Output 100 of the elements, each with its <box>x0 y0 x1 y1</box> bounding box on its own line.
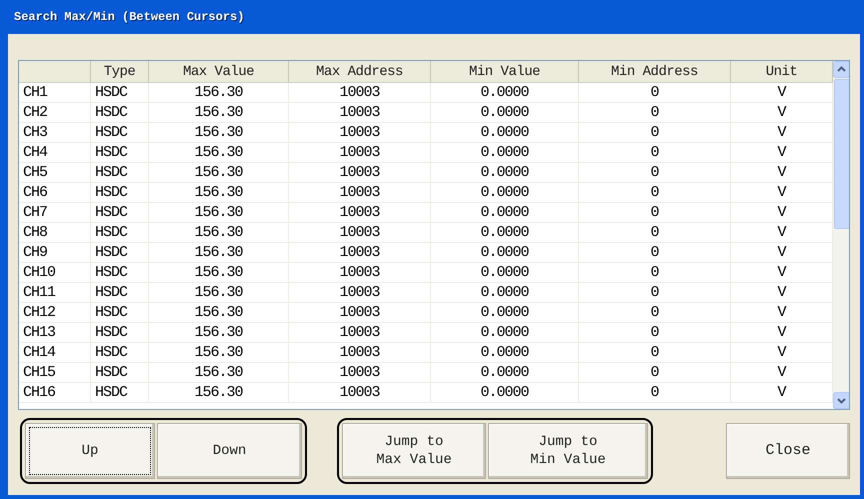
close-button[interactable]: Close <box>726 423 850 479</box>
table-cell: CH11 <box>23 284 56 301</box>
table-cell: 0.0000 <box>480 324 528 341</box>
table-cell: 0.0000 <box>480 264 528 281</box>
scroll-thumb[interactable] <box>834 79 849 229</box>
table-cell: 0.0000 <box>480 184 528 201</box>
table-cell: 10003 <box>339 224 380 241</box>
table-cell: CH8 <box>23 224 48 241</box>
table-cell: 0.0000 <box>480 104 528 121</box>
table-cell: 156.30 <box>194 104 242 121</box>
table-cell: V <box>777 184 786 201</box>
table-cell: 10003 <box>339 184 380 201</box>
table-cell: CH9 <box>23 244 48 261</box>
column-header[interactable]: Max Value <box>182 64 254 80</box>
table-cell: 10003 <box>339 144 380 161</box>
table-cell: HSDC <box>95 224 128 241</box>
table-cell: 10003 <box>339 244 380 261</box>
table-cell: CH13 <box>23 324 56 341</box>
table-cell: HSDC <box>95 264 128 281</box>
table-cell: 156.30 <box>194 304 242 321</box>
table-cell: 0.0000 <box>480 124 528 141</box>
table-cell: HSDC <box>95 104 128 121</box>
table-cell: 156.30 <box>194 184 242 201</box>
table-cell: 10003 <box>339 204 380 221</box>
table-cell: 0.0000 <box>480 364 528 381</box>
table-cell: 10003 <box>339 164 380 181</box>
table-cell: HSDC <box>95 344 128 361</box>
table-cell: 156.30 <box>194 324 242 341</box>
table-cell: 156.30 <box>194 264 242 281</box>
table-cell: HSDC <box>95 284 128 301</box>
scrollbar[interactable] <box>833 61 849 409</box>
push-button[interactable]: Up <box>25 423 155 479</box>
table-cell: V <box>777 204 786 221</box>
table-cell: 156.30 <box>194 244 242 261</box>
table-cell: 10003 <box>339 124 380 141</box>
table-cell: V <box>777 144 786 161</box>
table-cell: 0.0000 <box>480 204 528 221</box>
table-cell: HSDC <box>95 164 128 181</box>
push-button[interactable]: Jump to Max Value <box>342 423 486 479</box>
column-header[interactable]: Type <box>104 64 136 80</box>
table-cell: CH4 <box>23 144 48 161</box>
table-cell: HSDC <box>95 184 128 201</box>
table-cell: 0.0000 <box>480 144 528 161</box>
table-cell: 0 <box>650 84 658 101</box>
table-cell: V <box>777 384 786 401</box>
table-cell: 156.30 <box>194 144 242 161</box>
table-cell: V <box>777 84 786 101</box>
table-cell: V <box>777 104 786 121</box>
table-cell: 10003 <box>339 384 380 401</box>
table-cell: 10003 <box>339 324 380 341</box>
table-cell: 0.0000 <box>480 284 528 301</box>
table-cell: CH16 <box>23 384 56 401</box>
table-cell: V <box>777 164 786 181</box>
scroll-down-icon[interactable] <box>833 392 849 409</box>
column-header[interactable]: Min Address <box>611 64 698 80</box>
table-cell: 10003 <box>339 104 380 121</box>
table-cell: CH6 <box>23 184 48 201</box>
table-cell: HSDC <box>95 124 128 141</box>
push-button[interactable]: Jump to Min Value <box>488 423 648 479</box>
window-title: Search Max/Min (Between Cursors) <box>13 9 246 26</box>
table-cell: 0 <box>650 324 658 341</box>
table-cell: 156.30 <box>194 284 242 301</box>
table-cell: V <box>777 224 786 241</box>
column-header[interactable]: Unit <box>766 64 798 80</box>
table-cell: 0.0000 <box>480 304 528 321</box>
table-cell: 0 <box>650 224 658 241</box>
table-cell: V <box>777 304 786 321</box>
push-button[interactable]: Down <box>157 423 302 479</box>
table-cell: HSDC <box>95 84 128 101</box>
table-cell: V <box>777 244 786 261</box>
table-cell: V <box>777 124 786 141</box>
table-cell: CH5 <box>23 164 48 181</box>
column-header[interactable]: Min Value <box>468 64 540 80</box>
table-cell: 156.30 <box>194 344 242 361</box>
table-cell: CH1 <box>23 84 48 101</box>
scroll-up-icon[interactable] <box>833 61 849 78</box>
table-cell: 0 <box>650 284 658 301</box>
table-cell: 0.0000 <box>480 224 528 241</box>
table-cell: 0.0000 <box>480 84 528 101</box>
table-cell: HSDC <box>95 304 128 321</box>
table-cell: 0.0000 <box>480 244 528 261</box>
table-cell: V <box>777 324 786 341</box>
table-cell: 0 <box>650 304 658 321</box>
table-cell: 0 <box>650 164 658 181</box>
table-cell: CH2 <box>23 104 48 121</box>
table-cell: 0 <box>650 344 658 361</box>
table-cell: CH12 <box>23 304 56 321</box>
table-cell: V <box>777 364 786 381</box>
table-cell: V <box>777 284 786 301</box>
table-cell: HSDC <box>95 244 128 261</box>
table-cell: 10003 <box>339 304 380 321</box>
table-cell: 156.30 <box>194 204 242 221</box>
table-cell: 0.0000 <box>480 164 528 181</box>
table-cell: 0 <box>650 124 658 141</box>
table-cell: 10003 <box>339 264 380 281</box>
table-cell: 156.30 <box>194 84 242 101</box>
column-header[interactable]: Max Address <box>316 64 403 80</box>
table-cell: 156.30 <box>194 384 242 401</box>
table-cell: V <box>777 344 786 361</box>
table-cell: V <box>777 264 786 281</box>
